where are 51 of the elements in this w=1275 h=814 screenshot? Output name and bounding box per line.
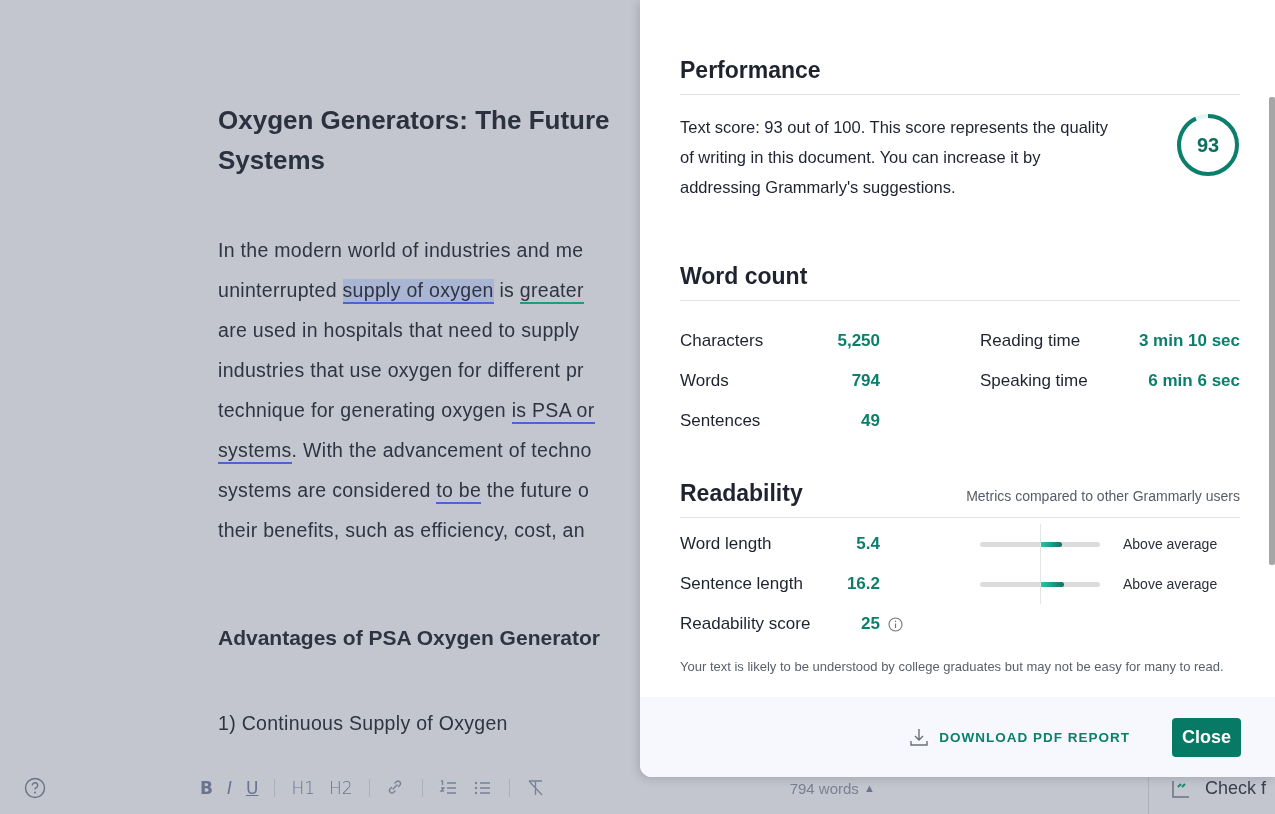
section-title: Readability [680,479,803,508]
metric-rating: Above average [1123,576,1218,592]
paragraph-line: uninterrupted supply of oxygen is greater [218,270,584,310]
stat-label: Words [680,370,730,392]
paragraph-line: technique for generating oxygen is PSA or [218,390,595,430]
paragraph-line: are used in hospitals that need to supply [218,318,580,343]
close-button[interactable]: Close [1171,717,1241,757]
metric-rating: Above average [1123,536,1218,552]
paragraph-line: In the modern world of industries and me [218,238,584,263]
section-heading: Advantages of PSA Oxygen Generator [218,626,600,650]
list-item-text: 1) Continuous Supply of Oxygen [218,712,508,735]
sidebar-item[interactable]: Check f [1205,777,1267,799]
stat-value: 5,250 [837,330,880,352]
comparison-note: Metrics compared to other Grammarly users [966,488,1240,504]
stat-value: 3 min 10 sec [1138,330,1240,352]
stat-value: 6 min 6 sec [1147,370,1240,392]
stat-value: 49 [860,410,880,432]
heading-button[interactable]: H1 [287,776,320,800]
metric-value: 5.4 [855,534,880,554]
info-icon[interactable] [888,616,903,632]
document-title-line: Systems [218,144,325,177]
heading-button[interactable]: H2 [325,776,357,800]
document-title-line: Oxygen Generators: The Future [218,104,610,137]
stat-label: Speaking time [980,370,1089,392]
score-ring: 93 [1176,113,1240,177]
stat-label: Characters [680,330,765,352]
stat-label: Reading time [980,330,1082,352]
caret-icon[interactable]: ▲ [863,782,875,794]
underline-button[interactable]: U [242,776,263,800]
metric-label: Readability score [680,614,812,634]
metric-label: Word length [680,534,773,554]
score-description: Text score: 93 out of 100. This score represents the quality of writing in this document. You can increase it by addressing Grammarly's suggestions. [680,117,1109,198]
scrollbar-thumb[interactable] [1269,97,1275,565]
help-icon[interactable] [24,777,46,799]
paragraph-line: systems are considered to be the future o [218,470,590,510]
paragraph-line: industries that use oxygen for different pr [218,358,584,383]
section-title: Word count [680,262,808,291]
panel-title: Performance [680,56,821,85]
download-report-button[interactable]: DOWNLOAD PDF REPORT [909,727,1130,747]
metric-value: 25 [860,614,880,634]
metric-value: 16.2 [845,574,880,594]
paragraph-line: systems. With the advancement of techno [218,430,592,470]
metric-label: Sentence length [680,574,804,594]
bold-button[interactable]: B [196,776,217,800]
italic-button[interactable]: I [222,776,236,800]
readability-explanation: Your text is likely to be understood by college graduates but may not be easy for many to read. [680,658,1225,676]
stat-label: Sentences [680,410,762,432]
word-count[interactable]: 794 words [789,779,859,797]
download-icon [909,727,930,747]
paragraph-line: their benefits, such as efficiency, cost, an [218,518,585,543]
stat-value: 794 [850,370,880,392]
